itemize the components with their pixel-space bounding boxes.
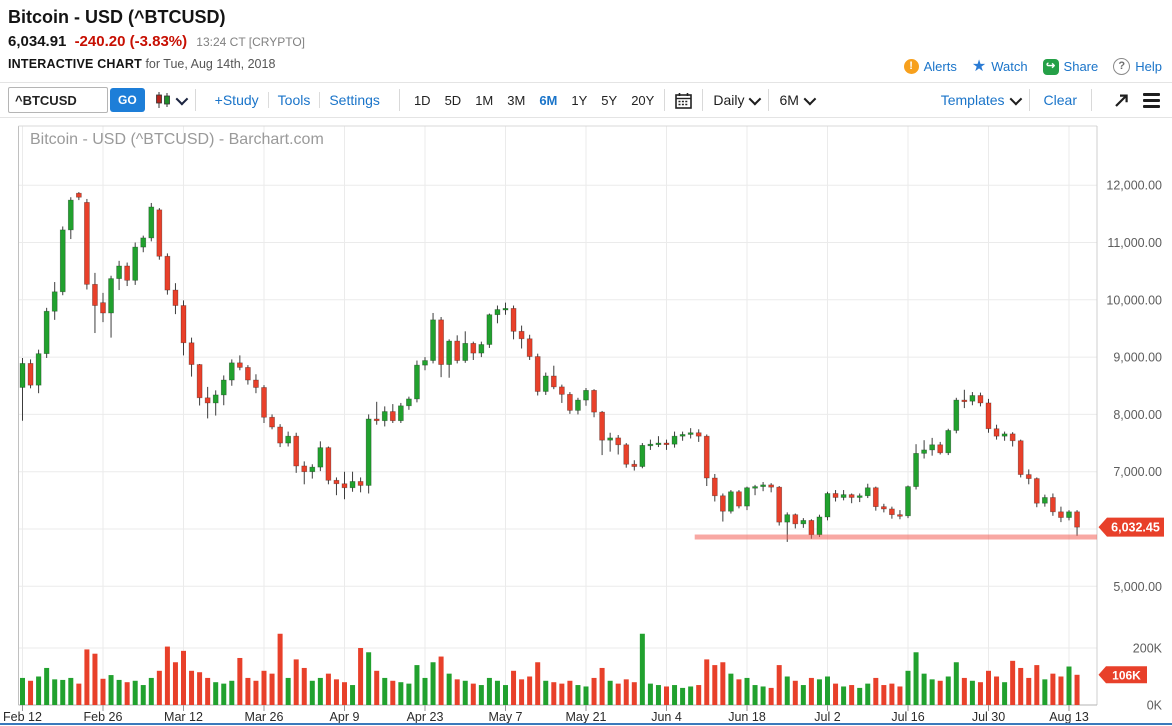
svg-text:Aug 13: Aug 13 [1049,710,1089,724]
support-trendline [695,535,1097,540]
price-chart-canvas[interactable]: 12,000.00 11,000.00 10,000.00 9,000.00 8,000… [0,0,1172,726]
svg-text:Feb 12: Feb 12 [3,710,42,724]
svg-text:0K: 0K [1147,699,1163,713]
svg-text:Feb 26: Feb 26 [84,710,123,724]
svg-text:Jul 16: Jul 16 [891,710,924,724]
svg-text:Mar 12: Mar 12 [164,710,203,724]
svg-text:Jul 2: Jul 2 [814,710,840,724]
svg-text:Apr 23: Apr 23 [407,710,444,724]
svg-text:Jun 4: Jun 4 [651,710,682,724]
svg-text:5,000.00: 5,000.00 [1113,580,1162,594]
svg-text:10,000.00: 10,000.00 [1106,293,1162,307]
svg-text:106K: 106K [1112,668,1141,682]
svg-text:May 21: May 21 [566,710,607,724]
svg-text:6,032.45: 6,032.45 [1111,521,1160,535]
svg-text:Jun 18: Jun 18 [728,710,766,724]
svg-text:May 7: May 7 [488,710,522,724]
svg-text:8,000.00: 8,000.00 [1113,408,1162,422]
svg-text:Jul 30: Jul 30 [972,710,1005,724]
svg-text:Apr 9: Apr 9 [330,710,360,724]
svg-text:11,000.00: 11,000.00 [1107,236,1162,250]
svg-text:12,000.00: 12,000.00 [1106,179,1162,193]
svg-text:9,000.00: 9,000.00 [1113,351,1162,365]
svg-text:7,000.00: 7,000.00 [1113,465,1162,479]
svg-text:200K: 200K [1133,642,1163,656]
page-bottom-rule [0,723,1172,725]
svg-text:Mar 26: Mar 26 [245,710,284,724]
chart-watermark-title: Bitcoin - USD (^BTCUSD) - Barchart.com [30,131,324,149]
